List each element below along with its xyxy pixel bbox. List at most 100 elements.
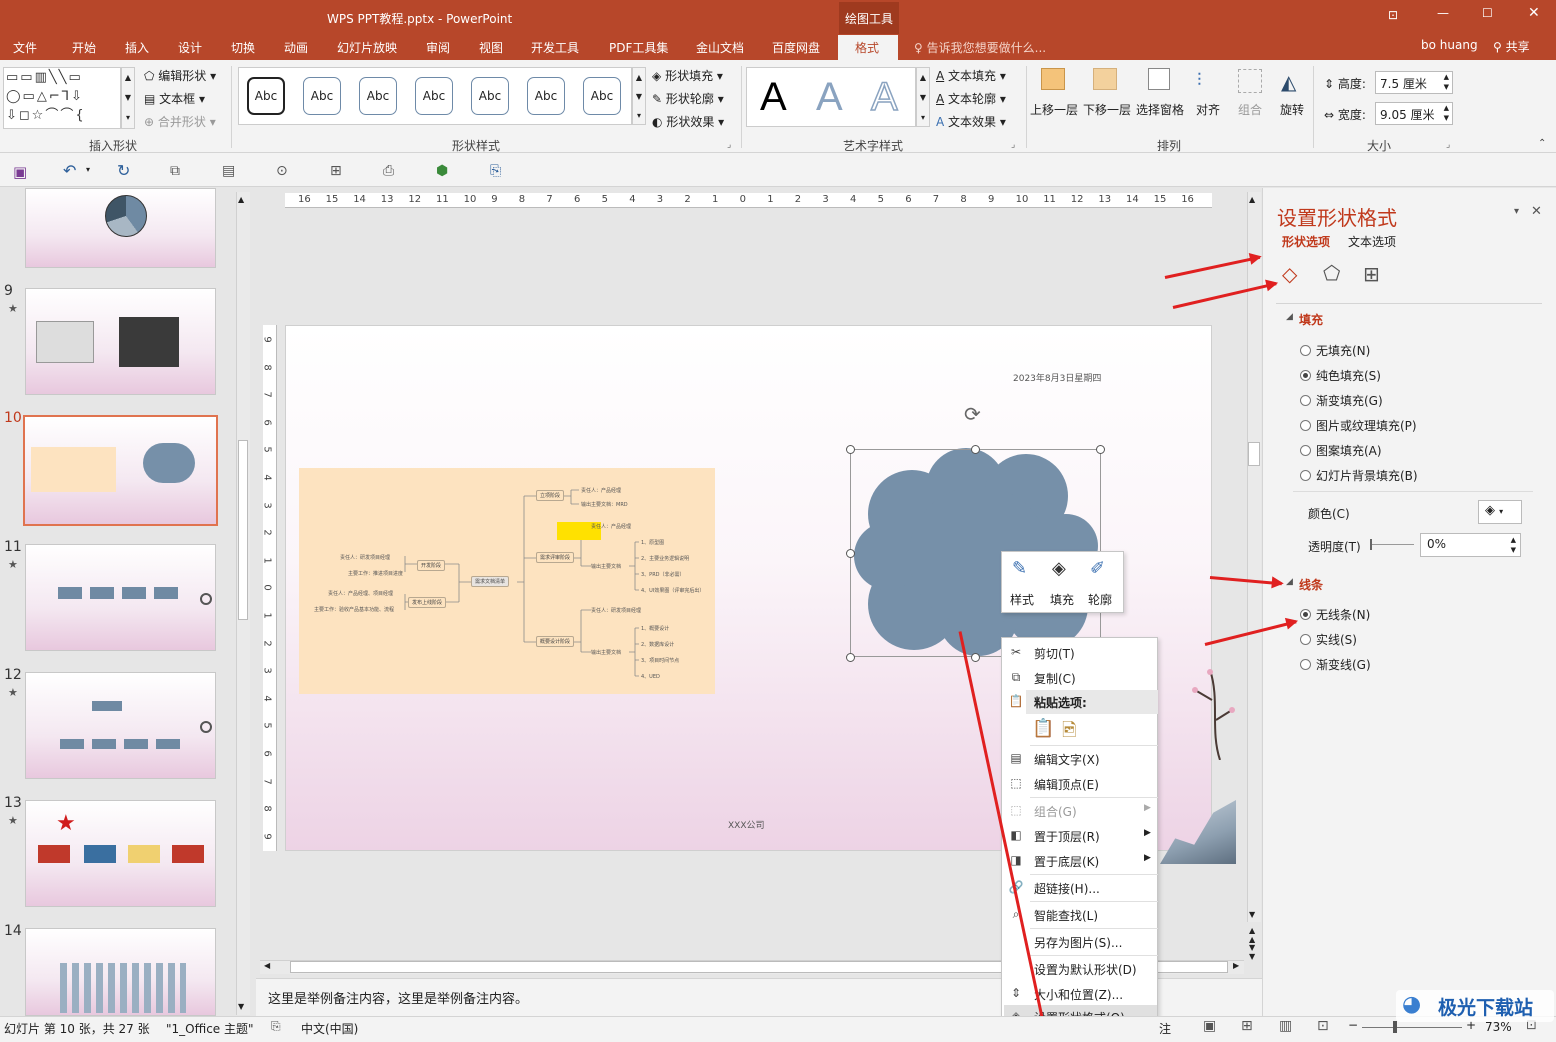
selection-pane-button[interactable]: 选择窗格 [1136, 101, 1184, 118]
shape-style-preset[interactable]: Abc [471, 77, 509, 115]
collapse-line-icon[interactable]: ◢ [1286, 577, 1293, 587]
dialog-launcher-icon[interactable]: ⌟ [1011, 140, 1015, 150]
tab-4[interactable]: 切换 [231, 39, 255, 56]
shape-style-preset[interactable]: Abc [303, 77, 341, 115]
radio-button[interactable] [1300, 370, 1311, 381]
edit-shape-button[interactable]: ⬠ 编辑形状 ▾ [144, 67, 216, 84]
text-box-button[interactable]: ▤ 文本框 ▾ [144, 90, 205, 107]
resize-handle[interactable] [1096, 445, 1105, 454]
tab-10[interactable]: PDF工具集 [609, 39, 668, 56]
previous-slide-icon[interactable]: ▲ ▲ [1249, 926, 1255, 944]
status-language[interactable]: 中文(中国) [301, 1020, 358, 1037]
dialog-launcher-icon[interactable]: ⌟ [727, 140, 731, 150]
text-fill-button[interactable]: A 文本填充 ▾ [936, 67, 1006, 84]
line-section-header[interactable]: 线条 [1299, 576, 1323, 593]
shape-gallery-scroll[interactable]: ▲ ▼ ▾ [121, 67, 135, 129]
panel-close-icon[interactable]: ✕ [1531, 204, 1542, 219]
tab-12[interactable]: 百度网盘 [772, 39, 820, 56]
radio-button[interactable] [1300, 634, 1311, 645]
tab-13[interactable]: 格式 [855, 39, 879, 56]
shape-style-preset[interactable]: Abc [359, 77, 397, 115]
fill-option[interactable]: 渐变填充(G) [1300, 392, 1383, 409]
menu-cut[interactable]: 剪切(T) [1034, 645, 1075, 662]
tab-7[interactable]: 审阅 [426, 39, 450, 56]
mini-fill-button[interactable]: 填充 [1050, 591, 1074, 608]
color-picker-button[interactable]: ◈ ▾ [1478, 500, 1522, 524]
export-icon[interactable]: ⎘ [490, 163, 501, 179]
paste-picture-icon[interactable]: 🖻 [1062, 718, 1076, 748]
menu-set-default[interactable]: 设置为默认形状(D) [1034, 961, 1137, 978]
tab-2[interactable]: 插入 [125, 39, 149, 56]
transparency-slider[interactable] [1370, 544, 1414, 545]
save-icon[interactable]: ▣ [13, 163, 27, 181]
menu-copy[interactable]: 复制(C) [1034, 670, 1076, 687]
slide-sorter-icon[interactable]: ⊞ [1241, 1018, 1253, 1034]
scroll-down-icon[interactable]: ▼ [1249, 910, 1255, 919]
undo-dropdown-icon[interactable]: ▾ [86, 165, 90, 174]
send-backward-button[interactable]: 下移一层 [1083, 101, 1131, 118]
radio-button[interactable] [1300, 420, 1311, 431]
height-input[interactable]: 7.5 厘米 ▲ ▼ [1375, 71, 1453, 94]
text-outline-button[interactable]: A 文本轮廓 ▾ [936, 90, 1006, 107]
fill-option[interactable]: 幻灯片背景填充(B) [1300, 467, 1418, 484]
zoom-slider[interactable] [1362, 1027, 1462, 1028]
slide-thumbnail-8[interactable] [25, 188, 216, 268]
resize-handle[interactable] [971, 445, 980, 454]
zoom-slider-thumb[interactable] [1393, 1021, 1397, 1033]
wordart-style-black[interactable]: A [760, 75, 787, 120]
minimize-icon[interactable]: — [1437, 6, 1449, 20]
resize-handle[interactable] [846, 445, 855, 454]
radio-button[interactable] [1300, 470, 1311, 481]
scroll-right-icon[interactable]: ▶ [1233, 961, 1239, 970]
line-option[interactable]: 无线条(N) [1300, 606, 1370, 623]
shape-style-preset[interactable]: Abc [415, 77, 453, 115]
resize-handle[interactable] [846, 549, 855, 558]
slide-thumbnail-14[interactable] [25, 928, 216, 1016]
redo-icon[interactable]: ↻ [117, 161, 130, 180]
menu-hyperlink[interactable]: 超链接(H)... [1034, 880, 1100, 897]
group-button[interactable]: 组合 [1238, 101, 1262, 118]
fill-option[interactable]: 无填充(N) [1300, 342, 1370, 359]
mini-outline-button[interactable]: 轮廓 [1088, 591, 1112, 608]
panel-options-icon[interactable]: ▾ [1514, 206, 1519, 217]
menu-smart-lookup[interactable]: 智能查找(L) [1034, 907, 1098, 924]
line-option[interactable]: 渐变线(G) [1300, 656, 1371, 673]
scroll-up-icon[interactable]: ▲ [1249, 195, 1255, 204]
new-slide-icon[interactable]: ⧉ [170, 163, 180, 179]
slide-thumbnail-9[interactable] [25, 288, 216, 395]
shape-style-preset[interactable]: Abc [527, 77, 565, 115]
tab-shape-options[interactable]: 形状选项 [1282, 233, 1330, 250]
radio-button[interactable] [1300, 345, 1311, 356]
slide-thumbnail-12[interactable] [25, 672, 216, 779]
width-input[interactable]: 9.05 厘米 ▲ ▼ [1375, 102, 1453, 125]
undo-icon[interactable]: ↶ [63, 161, 76, 180]
zoom-level[interactable]: 73% [1485, 1020, 1512, 1034]
present-icon[interactable]: ⊞ [330, 163, 342, 179]
scroll-up-icon[interactable]: ▲ [238, 195, 244, 204]
tab-0[interactable]: 文件 [13, 39, 37, 56]
record-icon[interactable]: ⬢ [436, 163, 448, 179]
layout-icon[interactable]: ▤ [222, 163, 235, 179]
shape-effects-button[interactable]: ◐ 形状效果 ▾ [652, 113, 724, 130]
slideshow-view-icon[interactable]: ⊡ [1317, 1018, 1329, 1034]
menu-bring-front[interactable]: 置于顶层(R) [1034, 828, 1100, 845]
menu-size-position[interactable]: 大小和位置(Z)... [1034, 986, 1123, 1003]
next-slide-icon[interactable]: ▼ ▼ [1249, 943, 1255, 961]
reading-view-icon[interactable]: ▥ [1279, 1018, 1292, 1034]
line-option[interactable]: 实线(S) [1300, 631, 1357, 648]
menu-edit-points[interactable]: 编辑顶点(E) [1034, 776, 1099, 793]
bring-forward-button[interactable]: 上移一层 [1030, 101, 1078, 118]
rotate-button[interactable]: 旋转 [1280, 101, 1304, 118]
close-icon[interactable]: ✕ [1528, 5, 1540, 21]
scroll-down-icon[interactable]: ▼ [238, 1002, 244, 1011]
zoom-out-icon[interactable]: − [1348, 1018, 1358, 1032]
editor-scroll-thumb[interactable] [1248, 442, 1260, 466]
wordart-style-blue[interactable]: A [816, 75, 843, 120]
share-button[interactable]: ⚲ 共享 [1493, 38, 1530, 55]
effects-pentagon-icon[interactable]: ⬠ [1323, 261, 1340, 285]
collapse-ribbon-icon[interactable]: ⌃ [1538, 138, 1546, 149]
spell-check-icon[interactable]: ⎘ [271, 1019, 281, 1034]
tell-me-input[interactable]: ♀ 告诉我您想要做什么... [914, 39, 1046, 56]
align-button[interactable]: 对齐 [1196, 101, 1220, 118]
editor-vertical-scrollbar[interactable] [1247, 192, 1261, 922]
